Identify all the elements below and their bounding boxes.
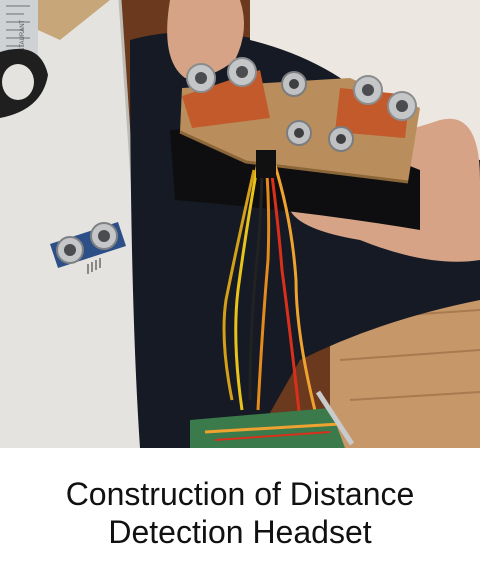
- headset-photo: RESTAURANT: [0, 0, 480, 448]
- caption-line-1: Construction of Distance: [65, 475, 415, 512]
- caption-line-2: Detection Headset: [108, 513, 372, 550]
- photo-caption: Construction of Distance Detection Heads…: [0, 448, 480, 577]
